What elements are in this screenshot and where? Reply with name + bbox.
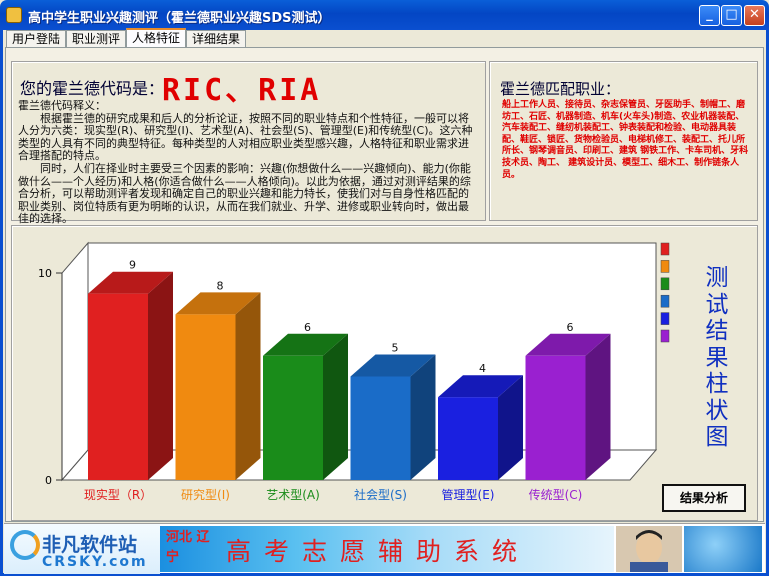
minimize-button[interactable]: _ [699, 5, 720, 26]
explanation-para-1: 根据霍兰德的研究成果和后人的分析论证，按照不同的职业特点和个性特征，一般可以将人… [18, 111, 473, 163]
explanation-title: 霍兰德代码释义： [18, 99, 106, 112]
matching-careers-text: 船上工作人员、接待员、杂志保管员、牙医助手、制帽工、磨坊工、石匠、机器制造、机车… [502, 100, 749, 180]
app-icon [6, 7, 22, 23]
holland-code-panel: 您的霍兰德代码是： RIC、RIA 霍兰德代码释义： 根据霍兰德的研究成果和后人… [11, 61, 486, 225]
banner-slogan: 高考志愿辅助系统 [226, 537, 531, 566]
code-explanation: 霍兰德代码释义： 根据霍兰德的研究成果和后人的分析论证，按照不同的职业特点和个性… [18, 99, 478, 226]
bottom-banner: 非凡软件站 CRSKY.com 河北 辽宁 高考志愿辅助系统 [4, 523, 765, 574]
maximize-button[interactable]: □ [721, 5, 742, 26]
close-button[interactable]: ✕ [744, 5, 765, 26]
ad-banner[interactable]: 河北 辽宁 高考志愿辅助系统 [160, 526, 614, 572]
banner-region-text: 河北 辽宁 [166, 530, 210, 565]
site-logo[interactable]: 非凡软件站 CRSKY.com [4, 524, 160, 574]
holland-code-label: 您的霍兰德代码是： [20, 79, 165, 98]
logo-swirl-icon [10, 530, 40, 560]
explanation-para-2: 同时，人们在择业时主要受三个因素的影响：兴趣(你想做什么——兴趣倾向)、能力(你… [18, 161, 471, 226]
tab-personality[interactable]: 人格特征 [126, 28, 187, 49]
logo-text-en: CRSKY.com [42, 554, 148, 570]
result-analysis-button[interactable]: 结果分析 [662, 484, 746, 512]
matching-careers-panel: 霍兰德匹配职业： 船上工作人员、接待员、杂志保管员、牙医助手、制帽工、磨坊工、石… [489, 61, 758, 221]
logo-text-cn: 非凡软件站 [42, 534, 138, 556]
person-photo [616, 526, 682, 572]
chart-side-title: 测试结果柱状图 [705, 265, 729, 450]
tab-bar: 用户登陆 职业测评 人格特征 详细结果 [6, 28, 247, 49]
globe-icon [684, 526, 762, 572]
title-bar: 高中学生职业兴趣测评（霍兰德职业兴趣SDS测试） _ □ ✕ [0, 0, 769, 30]
chart-panel [11, 225, 758, 521]
matching-careers-title: 霍兰德匹配职业： [500, 80, 621, 98]
window-title: 高中学生职业兴趣测评（霍兰德职业兴趣SDS测试） [28, 11, 331, 26]
